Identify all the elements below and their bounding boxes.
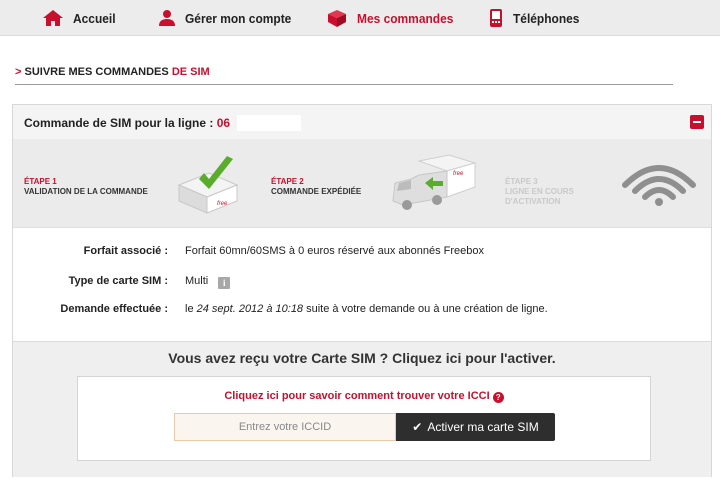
- step-1-number: ÉTAPE 1: [24, 177, 57, 186]
- detail-row-demande: Demande effectuée : le 24 sept. 2012 à 1…: [13, 299, 711, 321]
- nav-label-telephones: Téléphones: [513, 10, 580, 26]
- demande-prefix: le: [185, 303, 194, 315]
- panel-header: Commande de SIM pour la ligne : 06: [13, 105, 711, 140]
- collapse-button[interactable]: [690, 115, 704, 129]
- check-icon: ✔: [412, 420, 423, 434]
- nav-item-compte[interactable]: Gérer mon compte: [158, 0, 301, 36]
- box-check-icon: free: [177, 156, 239, 214]
- forfait-label: Forfait associé :: [83, 245, 168, 257]
- step-3-number: ÉTAPE 3: [505, 177, 538, 186]
- top-nav: Accueil Gérer mon compte Mes commandes T…: [0, 0, 720, 36]
- type-value: Multi: [185, 275, 209, 287]
- icci-help-text: Cliquez ici pour savoir comment trouver …: [224, 390, 490, 402]
- step-3-label-line1: LIGNE EN COURS: [505, 187, 574, 196]
- step-2: ÉTAPE 2 COMMANDE EXPÉDIÉE: [271, 177, 361, 197]
- activation-title: Vous avez reçu votre Carte SIM ? Cliquez…: [168, 350, 556, 366]
- detail-row-type: Type de carte SIM : Multi i: [13, 271, 711, 293]
- forfait-value: Forfait 60mn/60SMS à 0 euros réservé aux…: [185, 245, 484, 257]
- nav-label-commandes: Mes commandes: [357, 10, 454, 26]
- nav-item-telephones[interactable]: Téléphones: [488, 0, 585, 36]
- activate-sim-button[interactable]: ✔ Activer ma carte SIM: [396, 413, 555, 441]
- info-icon[interactable]: i: [218, 277, 231, 289]
- step-3-label-line2: D'ACTIVATION: [505, 197, 561, 206]
- demande-suffix: suite à votre demande ou à une création …: [306, 303, 548, 315]
- phone-icon: [490, 9, 502, 27]
- help-icon: ?: [492, 392, 504, 403]
- home-icon: [43, 10, 63, 26]
- demande-date: 24 sept. 2012 à 10:18: [196, 303, 304, 315]
- box-icon: [328, 10, 346, 27]
- nav-label-compte: Gérer mon compte: [185, 10, 292, 26]
- steps-band: ÉTAPE 1 VALIDATION DE LA COMMANDE free É…: [13, 139, 711, 228]
- line-number: 06: [216, 116, 231, 130]
- icci-help-link[interactable]: Cliquez ici pour savoir comment trouver …: [78, 390, 650, 403]
- detail-row-forfait: Forfait associé : Forfait 60mn/60SMS à 0…: [13, 241, 711, 263]
- panel-title: Commande de SIM pour la ligne : 06: [24, 116, 230, 130]
- svg-text:free: free: [453, 171, 464, 177]
- panel-title-text: Commande de SIM pour la ligne :: [24, 116, 214, 130]
- type-value-wrap: Multi i: [185, 275, 231, 289]
- section-arrow: >: [15, 66, 22, 78]
- wifi-signal-icon: [622, 165, 696, 206]
- truck-icon: free: [392, 154, 477, 210]
- section-title-main: SUIVRE MES COMMANDES: [24, 66, 169, 78]
- section-title-red: DE SIM: [171, 66, 210, 78]
- order-panel: Commande de SIM pour la ligne : 06 ÉTAPE…: [12, 104, 712, 477]
- activate-sim-label: Activer ma carte SIM: [427, 420, 539, 434]
- type-label: Type de carte SIM :: [68, 275, 168, 287]
- svg-text:free: free: [217, 201, 228, 207]
- nav-item-commandes[interactable]: Mes commandes: [326, 0, 462, 36]
- activation-box: Cliquez ici pour savoir comment trouver …: [77, 376, 651, 461]
- step-1-label: VALIDATION DE LA COMMANDE: [24, 187, 148, 196]
- iccid-input[interactable]: [174, 413, 396, 441]
- demande-label: Demande effectuée :: [60, 303, 168, 315]
- section-title: > SUIVRE MES COMMANDES DE SIM: [15, 66, 210, 78]
- section-divider: [15, 84, 673, 85]
- step-2-number: ÉTAPE 2: [271, 177, 304, 186]
- activation-section: Vous avez reçu votre Carte SIM ? Cliquez…: [13, 341, 711, 477]
- user-icon: [159, 10, 175, 26]
- redacted-number: [237, 115, 301, 131]
- nav-item-accueil[interactable]: Accueil: [42, 0, 119, 36]
- nav-label-accueil: Accueil: [73, 10, 116, 26]
- step-1: ÉTAPE 1 VALIDATION DE LA COMMANDE: [24, 177, 148, 197]
- step-2-label: COMMANDE EXPÉDIÉE: [271, 187, 362, 196]
- step-3: ÉTAPE 3 LIGNE EN COURS D'ACTIVATION: [505, 177, 574, 207]
- demande-value: le 24 sept. 2012 à 10:18 suite à votre d…: [185, 303, 548, 315]
